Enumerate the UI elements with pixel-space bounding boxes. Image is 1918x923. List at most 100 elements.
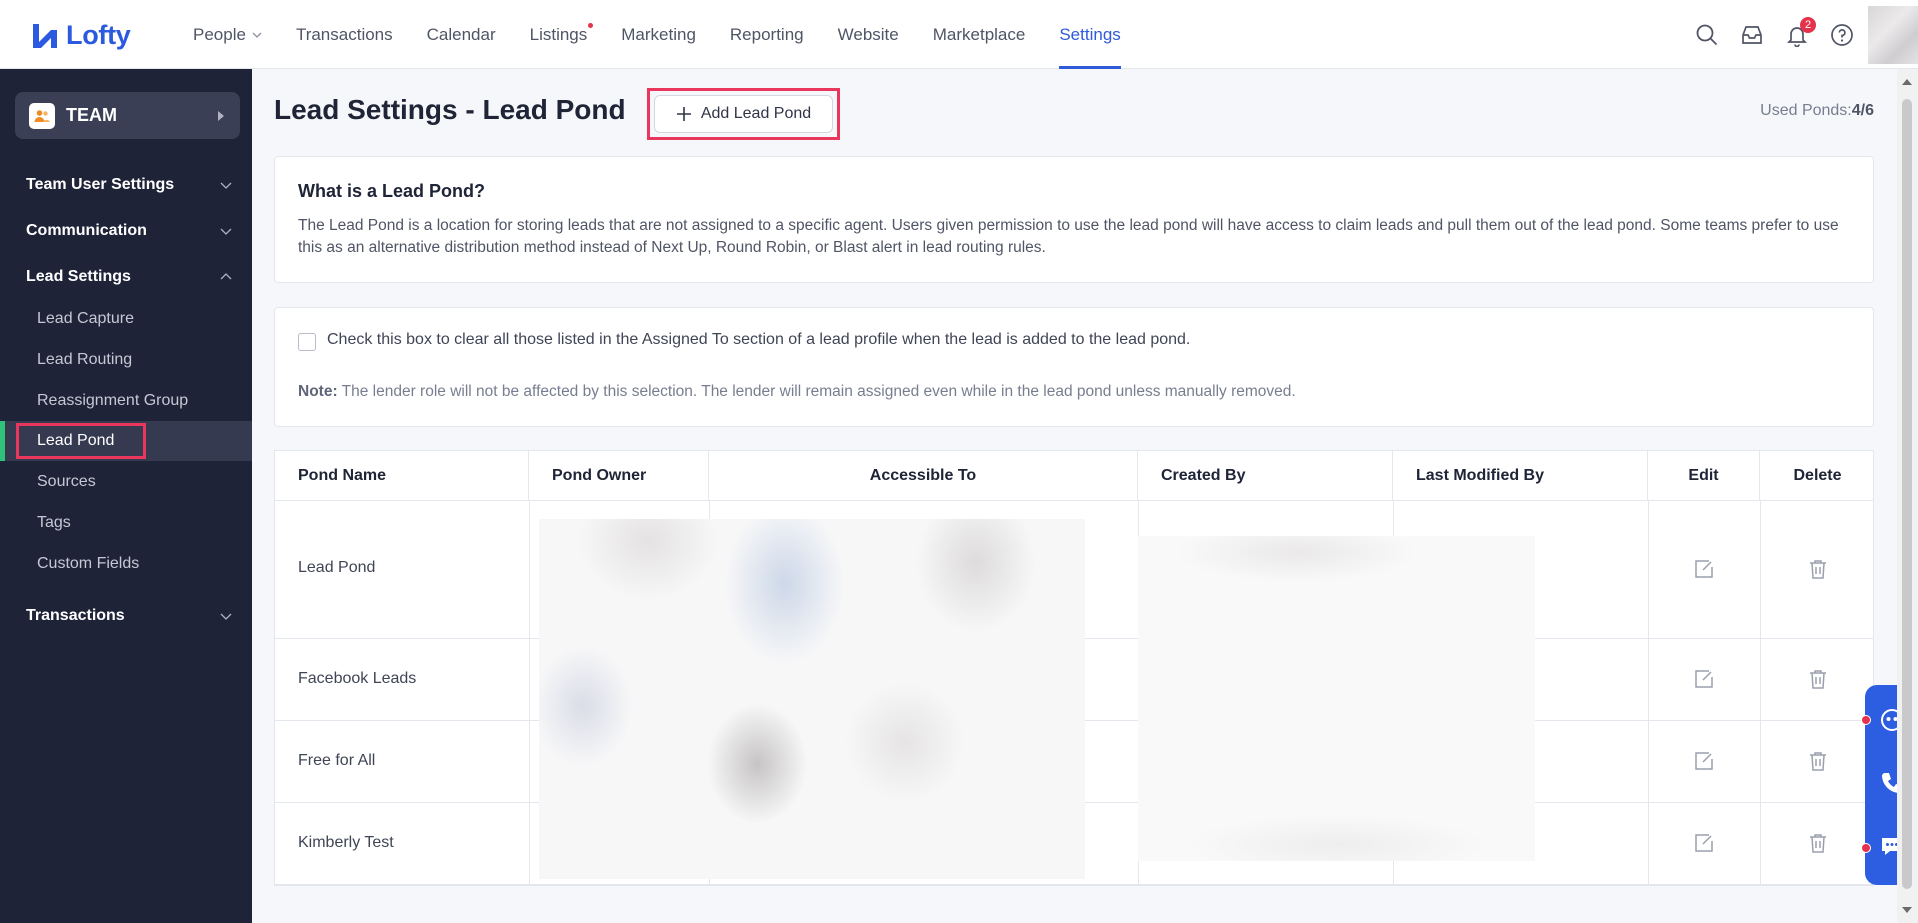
sidebar-item-label: Tags <box>37 514 71 531</box>
settings-sidebar: TEAM Team User Settings Communication Le… <box>0 69 252 923</box>
table-header: Pond Name Pond Owner Accessible To Creat… <box>275 451 1873 501</box>
sidebar-item-reassignment-group[interactable]: Reassignment Group <box>0 381 252 421</box>
edit-icon[interactable] <box>1693 668 1715 690</box>
used-ponds-value: 4/6 <box>1851 102 1874 119</box>
chevron-up-icon <box>220 273 232 280</box>
add-lead-pond-label: Add Lead Pond <box>700 105 812 122</box>
sidebar-item-tags[interactable]: Tags <box>0 503 252 543</box>
nav-label: Settings <box>1059 24 1121 44</box>
edit-icon[interactable] <box>1693 750 1715 772</box>
section-label: Team User Settings <box>26 176 175 193</box>
trash-icon[interactable] <box>1807 558 1829 580</box>
notification-bell-icon[interactable]: 2 <box>1774 0 1819 69</box>
nav-label: People <box>193 24 246 44</box>
top-navigation: Lofty People Transactions Calendar Listi… <box>0 0 1918 69</box>
trash-icon[interactable] <box>1807 750 1829 772</box>
add-lead-pond-button[interactable]: Add Lead Pond <box>654 95 833 133</box>
sidebar-item-label: Reassignment Group <box>37 392 189 409</box>
nav-label: Marketplace <box>932 24 1026 44</box>
redacted-created-modified-region <box>1138 536 1535 861</box>
clear-assigned-checkbox[interactable] <box>298 333 316 351</box>
lead-pond-info-card: What is a Lead Pond? The Lead Pond is a … <box>274 156 1874 283</box>
nav-marketing[interactable]: Marketing <box>604 0 713 69</box>
pond-name: Free for All <box>298 752 376 769</box>
used-ponds-label: Used Ponds: <box>1760 102 1852 119</box>
nav-transactions[interactable]: Transactions <box>279 0 410 69</box>
nav-marketplace[interactable]: Marketplace <box>916 0 1043 69</box>
sidebar-section-team-user-settings[interactable]: Team User Settings <box>0 165 252 205</box>
sidebar-item-label: Sources <box>37 473 96 490</box>
sidebar-item-label: Lead Capture <box>37 310 134 327</box>
clear-assigned-label: Check this box to clear all those listed… <box>327 331 1191 348</box>
nav-website[interactable]: Website <box>821 0 916 69</box>
sidebar-item-label: Custom Fields <box>37 555 140 572</box>
nav-label: Listings <box>529 24 588 44</box>
team-switcher[interactable]: TEAM <box>15 92 240 139</box>
sidebar-item-custom-fields[interactable]: Custom Fields <box>0 544 252 584</box>
section-label: Lead Settings <box>26 268 131 285</box>
nav-settings[interactable]: Settings <box>1042 0 1137 69</box>
page-scrollbar[interactable] <box>1897 69 1918 923</box>
caret-right-icon <box>218 111 224 121</box>
user-avatar[interactable] <box>1868 5 1918 64</box>
scroll-down-arrow-icon[interactable] <box>1902 907 1912 913</box>
nav-people[interactable]: People <box>176 0 279 69</box>
column-header-delete: Delete <box>1793 467 1842 484</box>
chevron-down-icon <box>220 182 232 189</box>
alert-dot <box>1861 843 1871 853</box>
sidebar-section-communication[interactable]: Communication <box>0 211 252 251</box>
info-title: What is a Lead Pond? <box>298 181 486 201</box>
trash-icon[interactable] <box>1807 668 1829 690</box>
chevron-down-icon <box>252 32 262 38</box>
sidebar-item-lead-pond[interactable]: Lead Pond <box>0 421 252 461</box>
trash-icon[interactable] <box>1807 832 1829 854</box>
search-icon[interactable] <box>1684 0 1729 69</box>
alert-dot <box>1861 715 1871 725</box>
edit-icon[interactable] <box>1693 832 1715 854</box>
lender-note: Note: The lender role will not be affect… <box>298 383 1296 401</box>
team-label: TEAM <box>66 105 117 125</box>
chevron-down-icon <box>220 228 232 235</box>
new-indicator-dot <box>588 23 594 28</box>
column-header-pond-name: Pond Name <box>275 451 529 501</box>
scroll-up-arrow-icon[interactable] <box>1902 79 1912 85</box>
inbox-icon[interactable] <box>1729 0 1774 69</box>
sidebar-section-transactions[interactable]: Transactions <box>0 596 252 636</box>
nav-calendar[interactable]: Calendar <box>410 0 513 69</box>
highlight-box: Add Lead Pond <box>647 88 840 140</box>
nav-label: Transactions <box>295 24 393 44</box>
edit-icon[interactable] <box>1693 558 1715 580</box>
page-title: Lead Settings - Lead Pond <box>274 94 626 125</box>
nav-label: Marketing <box>621 24 696 44</box>
sidebar-item-sources[interactable]: Sources <box>0 462 252 502</box>
nav-label: Website <box>837 24 899 44</box>
sidebar-section-lead-settings[interactable]: Lead Settings <box>0 257 252 297</box>
sidebar-item-label: Lead Routing <box>37 351 133 368</box>
main-content: Lead Settings - Lead Pond Add Lead Pond … <box>252 69 1918 923</box>
highlight-box <box>16 423 146 459</box>
team-icon <box>29 102 55 129</box>
note-text: The lender role will not be affected by … <box>341 383 1296 400</box>
column-header-created-by: Created By <box>1138 451 1393 501</box>
redacted-owner-access-region <box>539 519 1085 879</box>
scrollbar-thumb[interactable] <box>1902 99 1912 889</box>
used-ponds-counter: Used Ponds:4/6 <box>1760 102 1874 120</box>
lofty-logo[interactable]: Lofty <box>30 20 131 51</box>
help-icon[interactable] <box>1819 0 1864 69</box>
nav-label: Calendar <box>426 24 496 44</box>
nav-reporting[interactable]: Reporting <box>713 0 821 69</box>
brand-name: Lofty <box>66 20 131 50</box>
plus-icon <box>676 107 691 121</box>
column-header-edit: Edit <box>1648 451 1760 501</box>
info-description: The Lead Pond is a location for storing … <box>298 217 1839 256</box>
pond-name: Facebook Leads <box>298 670 417 687</box>
column-header-accessible-to: Accessible To <box>709 451 1138 501</box>
column-header-pond-owner: Pond Owner <box>529 451 709 501</box>
chevron-down-icon <box>220 613 232 620</box>
sidebar-item-lead-capture[interactable]: Lead Capture <box>0 299 252 339</box>
lofty-logo-icon <box>33 23 57 48</box>
nav-listings[interactable]: Listings <box>513 0 605 69</box>
section-label: Transactions <box>26 607 125 624</box>
sidebar-item-lead-routing[interactable]: Lead Routing <box>0 340 252 380</box>
column-header-last-modified-by: Last Modified By <box>1393 451 1648 501</box>
